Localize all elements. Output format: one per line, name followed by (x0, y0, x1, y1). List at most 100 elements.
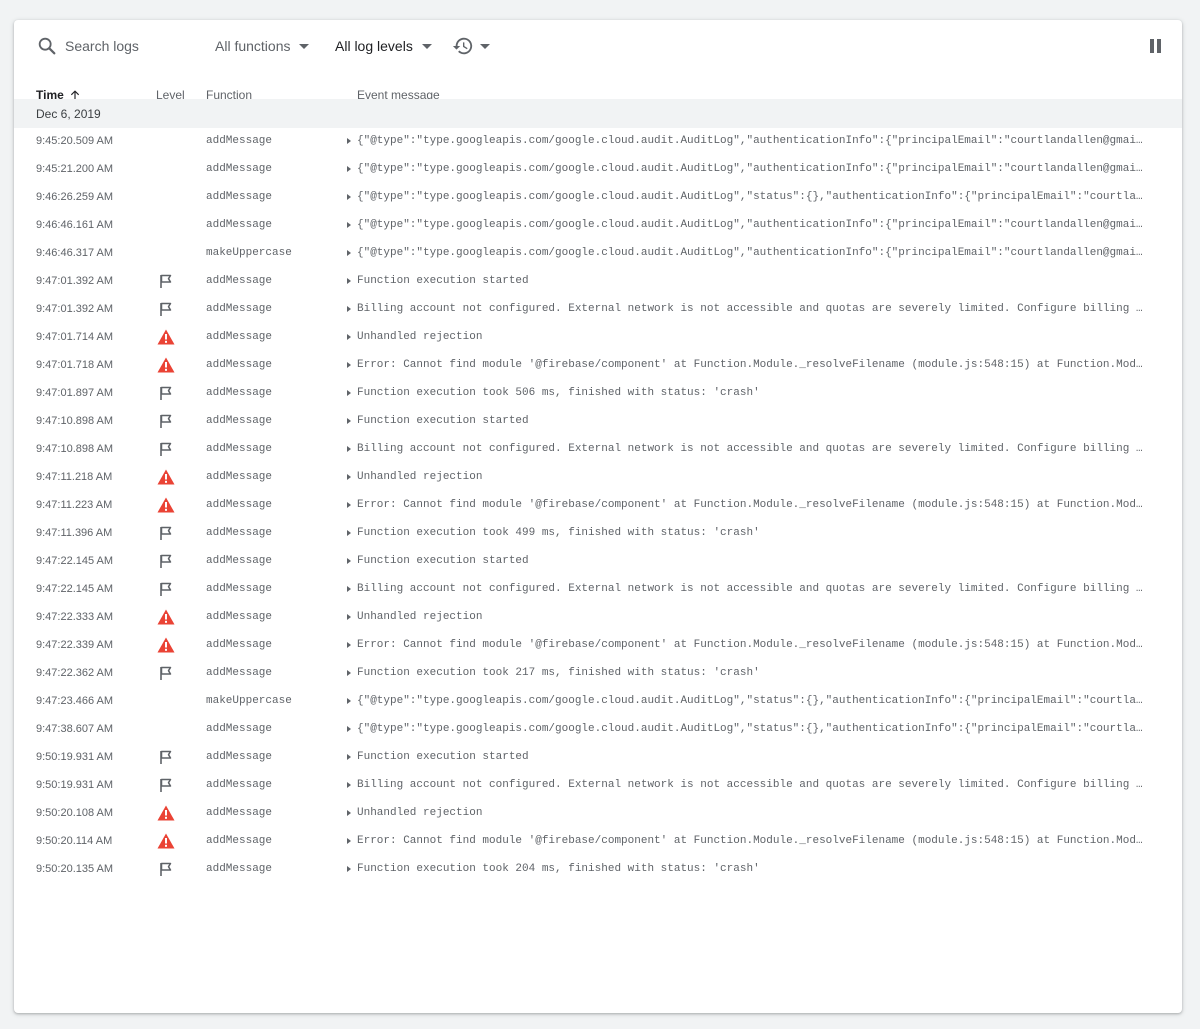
row-message: Billing account not configured. External… (357, 779, 1144, 791)
row-time: 9:47:10.898 AM (36, 443, 114, 455)
functions-filter-label: All functions (215, 38, 291, 54)
expand-caret-icon[interactable] (345, 603, 353, 631)
expand-caret-icon[interactable] (345, 155, 353, 183)
row-message: {"@type":"type.googleapis.com/google.clo… (357, 723, 1144, 735)
row-level (157, 463, 175, 491)
pause-button[interactable] (1146, 20, 1166, 72)
table-row[interactable]: 9:47:01.392 AM addMessage Billing account … (14, 295, 1182, 323)
expand-caret-icon[interactable] (345, 295, 353, 323)
expand-caret-icon[interactable] (345, 631, 353, 659)
expand-caret-icon[interactable] (345, 771, 353, 799)
table-row[interactable]: 9:47:22.145 AM addMessage Function executi… (14, 547, 1182, 575)
row-level (157, 407, 175, 435)
expand-caret-icon[interactable] (345, 379, 353, 407)
table-row[interactable]: 9:50:20.135 AM addMessage Function executi… (14, 855, 1182, 883)
row-time: 9:47:22.362 AM (36, 667, 114, 679)
table-row[interactable]: 9:47:10.898 AM addMessage Function executi… (14, 407, 1182, 435)
row-message: Function execution took 217 ms, finished… (357, 667, 760, 679)
time-range-dropdown[interactable] (452, 20, 490, 72)
row-time: 9:47:01.897 AM (36, 387, 114, 399)
table-row[interactable]: 9:47:22.333 AM addMessage Unhandled reject… (14, 603, 1182, 631)
table-row[interactable]: 9:50:19.931 AM addMessage Function executi… (14, 743, 1182, 771)
table-row[interactable]: 9:47:11.223 AM addMessage Error: Cannot fi… (14, 491, 1182, 519)
date-group-row: Dec 6, 2019 (14, 99, 1182, 128)
table-row[interactable]: 9:47:10.898 AM addMessage Billing account … (14, 435, 1182, 463)
row-function: makeUppercase (206, 695, 292, 707)
row-function: addMessage (206, 751, 273, 763)
expand-caret-icon[interactable] (345, 491, 353, 519)
table-row[interactable]: 9:47:01.392 AM addMessage Function executi… (14, 267, 1182, 295)
row-level (157, 295, 175, 323)
row-message: Error: Cannot find module '@firebase/com… (357, 835, 1144, 847)
expand-caret-icon[interactable] (345, 267, 353, 295)
table-row[interactable]: 9:50:20.108 AM addMessage Unhandled reject… (14, 799, 1182, 827)
expand-caret-icon[interactable] (345, 799, 353, 827)
row-function: addMessage (206, 499, 273, 511)
row-function: addMessage (206, 191, 273, 203)
caret-down-icon (421, 43, 432, 49)
expand-caret-icon[interactable] (345, 743, 353, 771)
row-function: addMessage (206, 135, 273, 147)
expand-caret-icon[interactable] (345, 211, 353, 239)
table-row[interactable]: 9:47:22.145 AM addMessage Billing account … (14, 575, 1182, 603)
functions-filter-dropdown[interactable]: All functions (215, 20, 310, 72)
row-function: addMessage (206, 331, 273, 343)
expand-caret-icon[interactable] (345, 547, 353, 575)
expand-caret-icon[interactable] (345, 183, 353, 211)
table-row[interactable]: 9:46:46.317 AM makeUppercase {"@type":"typ… (14, 239, 1182, 267)
row-message: {"@type":"type.googleapis.com/google.clo… (357, 219, 1144, 231)
row-message: Unhandled rejection (357, 611, 483, 623)
table-row[interactable]: 9:46:26.259 AM addMessage {"@type":"type.g… (14, 183, 1182, 211)
row-function: addMessage (206, 555, 273, 567)
table-row[interactable]: 9:46:46.161 AM addMessage {"@type":"type.g… (14, 211, 1182, 239)
row-level (157, 239, 175, 267)
expand-caret-icon[interactable] (345, 519, 353, 547)
row-time: 9:50:19.931 AM (36, 751, 114, 763)
row-time: 9:47:10.898 AM (36, 415, 114, 427)
expand-caret-icon[interactable] (345, 435, 353, 463)
expand-caret-icon[interactable] (345, 127, 353, 155)
search-input[interactable] (65, 34, 195, 58)
table-row[interactable]: 9:45:20.509 AM addMessage {"@type":"type.g… (14, 127, 1182, 155)
warning-icon (157, 357, 175, 373)
row-function: addMessage (206, 275, 273, 287)
expand-caret-icon[interactable] (345, 351, 353, 379)
log-levels-filter-dropdown[interactable]: All log levels (335, 20, 432, 72)
row-level (157, 799, 175, 827)
table-row[interactable]: 9:45:21.200 AM addMessage {"@type":"type.g… (14, 155, 1182, 183)
row-function: addMessage (206, 639, 273, 651)
row-time: 9:47:22.339 AM (36, 639, 114, 651)
table-row[interactable]: 9:47:22.339 AM addMessage Error: Cannot fi… (14, 631, 1182, 659)
expand-caret-icon[interactable] (345, 407, 353, 435)
row-level (157, 323, 175, 351)
flag-icon (159, 666, 173, 681)
expand-caret-icon[interactable] (345, 827, 353, 855)
table-row[interactable]: 9:47:01.897 AM addMessage Function executi… (14, 379, 1182, 407)
expand-caret-icon[interactable] (345, 855, 353, 883)
expand-caret-icon[interactable] (345, 575, 353, 603)
table-row[interactable]: 9:47:11.396 AM addMessage Function executi… (14, 519, 1182, 547)
table-row[interactable]: 9:50:20.114 AM addMessage Error: Cannot fi… (14, 827, 1182, 855)
row-message: {"@type":"type.googleapis.com/google.clo… (357, 695, 1144, 707)
table-row[interactable]: 9:47:38.607 AM addMessage {"@type":"type.g… (14, 715, 1182, 743)
expand-caret-icon[interactable] (345, 463, 353, 491)
row-level (157, 659, 175, 687)
table-row[interactable]: 9:50:19.931 AM addMessage Billing account … (14, 771, 1182, 799)
expand-caret-icon[interactable] (345, 687, 353, 715)
row-function: addMessage (206, 219, 273, 231)
expand-caret-icon[interactable] (345, 715, 353, 743)
row-function: addMessage (206, 723, 273, 735)
caret-down-icon (299, 43, 310, 49)
table-row[interactable]: 9:47:01.718 AM addMessage Error: Cannot fi… (14, 351, 1182, 379)
row-time: 9:46:46.317 AM (36, 247, 114, 259)
table-row[interactable]: 9:47:22.362 AM addMessage Function executi… (14, 659, 1182, 687)
expand-caret-icon[interactable] (345, 239, 353, 267)
expand-caret-icon[interactable] (345, 659, 353, 687)
table-row[interactable]: 9:47:23.466 AM makeUppercase {"@type":"typ… (14, 687, 1182, 715)
row-function: addMessage (206, 611, 273, 623)
row-message: Unhandled rejection (357, 331, 483, 343)
expand-caret-icon[interactable] (345, 323, 353, 351)
row-message: Error: Cannot find module '@firebase/com… (357, 639, 1144, 651)
table-row[interactable]: 9:47:11.218 AM addMessage Unhandled reject… (14, 463, 1182, 491)
table-row[interactable]: 9:47:01.714 AM addMessage Unhandled reject… (14, 323, 1182, 351)
